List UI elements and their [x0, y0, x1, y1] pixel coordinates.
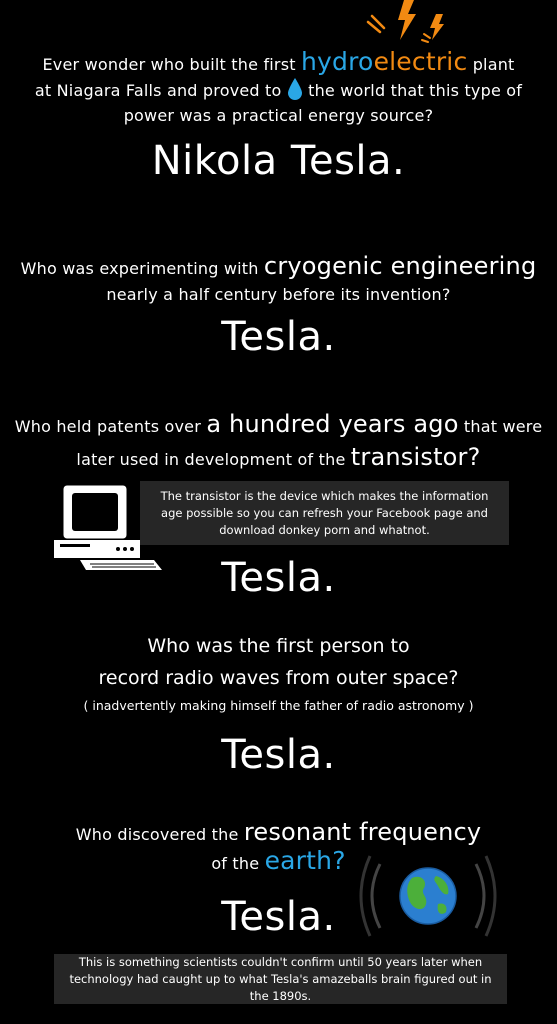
question-text: nearly a half century before its inventi… — [106, 285, 451, 304]
question-text: Who discovered the — [75, 825, 239, 844]
question-text: the world that this type of — [308, 81, 523, 100]
question-transistor: Who held patents over a hundred years ag… — [0, 412, 557, 472]
answer-tesla: Tesla. — [221, 894, 336, 940]
answer-tesla: Tesla. — [221, 314, 336, 360]
question-hydroelectric: Ever wonder who built the first hydroele… — [0, 47, 557, 128]
hydro-word: hydro — [301, 47, 374, 76]
answer-tesla: Tesla. — [221, 732, 336, 778]
question-text: Who was the first person to — [147, 635, 410, 657]
lightning-icon — [366, 0, 456, 48]
question-text: at Niagara Falls and proved to — [34, 81, 282, 100]
emphasis-text: transistor? — [350, 443, 481, 471]
question-text: that were — [463, 417, 543, 436]
question-text: later used in development of the — [76, 450, 346, 469]
transistor-note: The transistor is the device which makes… — [140, 481, 509, 545]
water-drop-icon — [287, 78, 303, 100]
question-subtext: ( inadvertently making himself the fathe… — [83, 698, 474, 713]
question-text: record radio waves from outer space? — [98, 667, 459, 689]
question-text: Who was experimenting with — [20, 259, 259, 278]
emphasis-text: cryogenic engineering — [263, 252, 537, 280]
question-text: power was a practical energy source? — [123, 106, 434, 125]
answer-nikola-tesla: Nikola Tesla. — [151, 138, 406, 184]
frequency-note: This is something scientists couldn't co… — [54, 954, 507, 1004]
emphasis-text: resonant frequency — [243, 818, 482, 846]
question-text: Ever wonder who built the first — [42, 55, 296, 74]
question-text: plant — [472, 55, 515, 74]
question-radio-waves: Who was the first person to record radio… — [0, 630, 557, 718]
question-text: of the — [211, 854, 260, 873]
answer-tesla: Tesla. — [221, 555, 336, 601]
electric-word: electric — [373, 47, 468, 76]
question-text: Who held patents over — [14, 417, 202, 436]
emphasis-text: a hundred years ago — [206, 410, 459, 438]
earth-word: earth? — [264, 846, 346, 875]
question-cryogenic: Who was experimenting with cryogenic eng… — [0, 254, 557, 307]
